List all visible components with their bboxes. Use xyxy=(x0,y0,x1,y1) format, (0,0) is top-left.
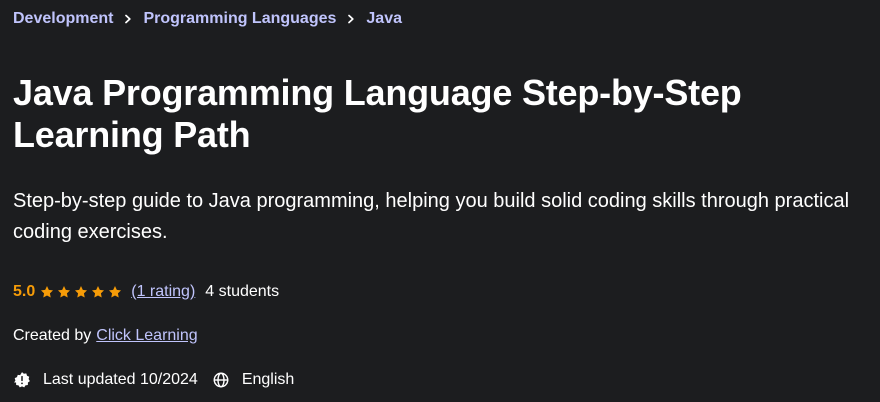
creator-row: Created by Click Learning xyxy=(13,325,198,347)
breadcrumb-programming-languages[interactable]: Programming Languages xyxy=(143,10,336,28)
rating-row: 5.0 (1 rating) 4 students xyxy=(13,281,279,303)
chevron-right-icon xyxy=(336,9,366,29)
course-title: Java Programming Language Step-by-Step L… xyxy=(13,72,742,155)
creator-prefix: Created by xyxy=(13,327,92,344)
star-icon xyxy=(75,286,88,298)
star-icon xyxy=(41,286,54,298)
globe-icon xyxy=(212,371,230,389)
student-count: 4 students xyxy=(205,283,280,300)
rating-stars xyxy=(40,285,125,299)
star-icon xyxy=(92,286,105,298)
breadcrumb: Development Programming Languages Java xyxy=(13,9,402,29)
course-language: English xyxy=(241,371,295,388)
instructor-link[interactable]: Click Learning xyxy=(96,327,197,345)
last-updated: Last updated 10/2024 xyxy=(43,371,198,388)
breadcrumb-java[interactable]: Java xyxy=(366,10,402,28)
alert-badge-icon xyxy=(13,371,31,389)
course-subtitle: Step-by-step guide to Java programming, … xyxy=(13,190,850,243)
breadcrumb-development[interactable]: Development xyxy=(13,10,113,28)
rating-count-link[interactable]: (1 rating) xyxy=(131,283,195,301)
star-icon xyxy=(109,286,122,298)
rating-score: 5.0 xyxy=(13,283,36,300)
star-icon xyxy=(58,286,71,298)
chevron-right-icon xyxy=(113,9,143,29)
meta-row: Last updated 10/2024 English xyxy=(13,369,308,391)
